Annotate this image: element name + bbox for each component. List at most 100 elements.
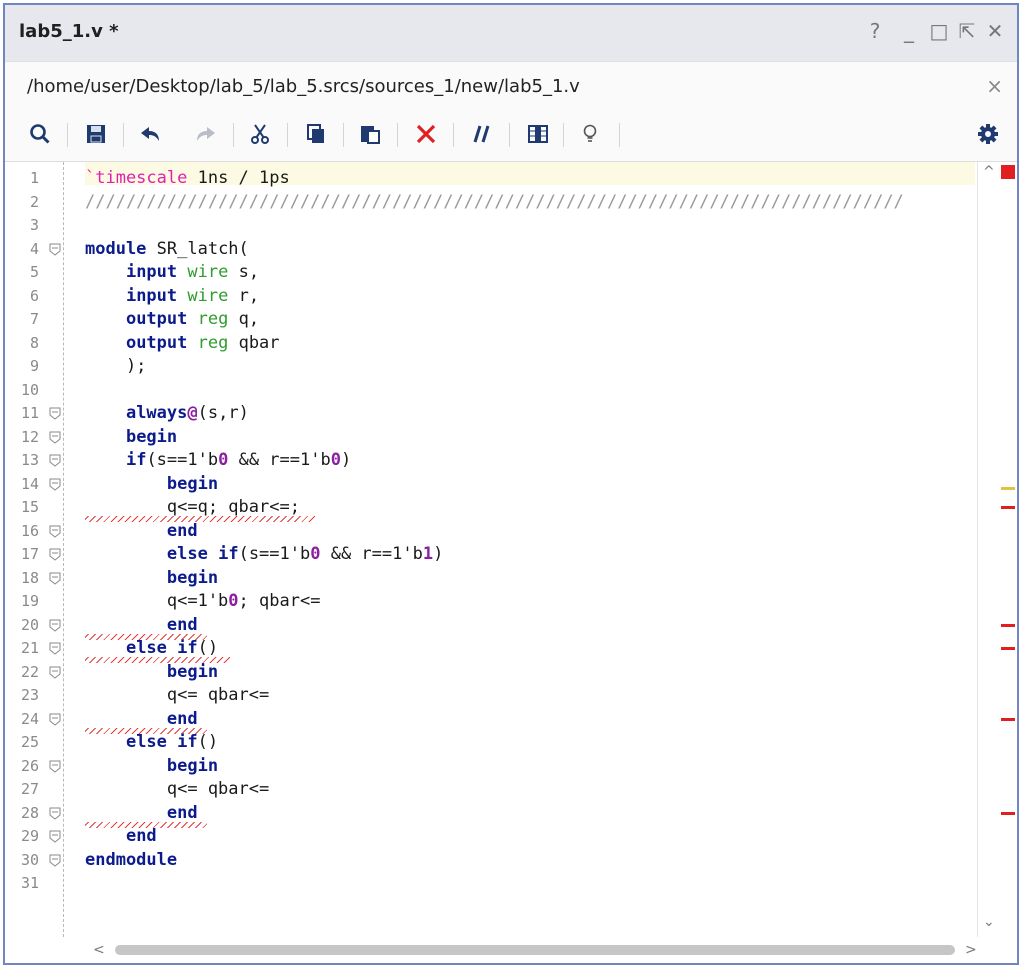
keyword-token: else	[166, 544, 208, 564]
line-number: 20	[20, 615, 39, 634]
close-file-button[interactable]: ×	[986, 74, 1003, 98]
horizontal-scrollbar[interactable]: < >	[5, 937, 999, 963]
line-number: 8	[29, 333, 39, 352]
fold-toggle-icon[interactable]	[49, 431, 61, 444]
horizontal-scroll-thumb[interactable]	[115, 945, 955, 955]
fold-toggle-icon[interactable]	[49, 760, 61, 773]
error-marker[interactable]	[1001, 647, 1015, 650]
fold-toggle-icon[interactable]	[49, 243, 61, 256]
keyword-token: endmodule	[85, 849, 178, 870]
keyword-token: output	[125, 332, 188, 353]
error-marker[interactable]	[1001, 811, 1015, 815]
bulb-icon[interactable]	[575, 119, 605, 149]
code-line: else if(s==1'b0 && r==1'b1)	[85, 543, 443, 567]
code-line: end	[85, 825, 157, 849]
keyword-token: output	[125, 309, 188, 329]
code-line: `timescale 1ns / 1ps	[85, 167, 290, 191]
toolbar-separator	[397, 123, 398, 147]
fold-toggle-icon[interactable]	[49, 454, 61, 467]
column-icon[interactable]	[523, 119, 553, 149]
code-token: r,	[228, 285, 260, 306]
fold-toggle-icon[interactable]	[49, 713, 61, 726]
keyword-token: if	[177, 638, 198, 658]
keyword-token: end	[166, 614, 198, 635]
search-icon[interactable]	[25, 119, 55, 149]
fold-toggle-icon[interactable]	[49, 807, 61, 820]
line-number: 29	[20, 827, 39, 845]
line-number: 3	[29, 216, 39, 234]
paste-icon[interactable]	[355, 119, 385, 149]
gear-icon[interactable]	[973, 119, 1003, 149]
fold-toggle-icon[interactable]	[49, 548, 61, 561]
keyword-token: if	[177, 732, 198, 752]
scroll-right-button[interactable]: >	[965, 942, 977, 958]
error-summary-marker[interactable]	[1001, 165, 1015, 179]
vertical-scrollbar[interactable]: ^ ⌄	[977, 162, 1000, 937]
code-token: q,	[228, 309, 260, 329]
maximize-button[interactable]: □	[927, 19, 951, 43]
code-line: output reg q,	[85, 308, 259, 332]
code-token: (s,r)	[197, 403, 249, 423]
scroll-left-button[interactable]: <	[93, 942, 105, 958]
line-number: 10	[20, 380, 39, 399]
keyword-token: begin	[125, 426, 178, 447]
file-path: /home/user/Desktop/lab_5/lab_5.srcs/sour…	[27, 76, 580, 97]
toolbar-separator	[343, 123, 344, 147]
code-token: (s==1'b	[238, 544, 311, 564]
editor-toolbar	[5, 109, 1017, 162]
line-number: 18	[20, 568, 39, 587]
line-number: 15	[20, 498, 39, 516]
code-editor[interactable]: 1 2 3 4 5 6 7 8 9 10 11 12 13 14 15 16 17 18 19 20 21 22 23 24 2…	[5, 162, 977, 937]
keyword-token: input	[125, 285, 178, 306]
redo-icon[interactable]	[191, 119, 221, 149]
toolbar-separator	[123, 123, 124, 147]
code-token: ()	[197, 732, 219, 752]
fold-toggle-icon[interactable]	[49, 854, 61, 867]
keyword-token: begin	[166, 567, 219, 588]
undo-icon[interactable]	[135, 119, 165, 149]
line-number: 24	[20, 709, 39, 728]
fold-toggle-icon[interactable]	[49, 478, 61, 491]
float-button[interactable]: ⇱	[955, 19, 979, 43]
scroll-down-button[interactable]: ⌄	[983, 914, 995, 930]
keyword-token: end	[166, 802, 198, 823]
minimize-button[interactable]: _	[897, 19, 921, 43]
fold-toggle-icon[interactable]	[49, 572, 61, 585]
code-token: )	[433, 544, 444, 564]
scroll-up-button[interactable]: ^	[983, 164, 995, 180]
cut-icon[interactable]	[245, 119, 275, 149]
code-line: begin	[85, 661, 218, 685]
error-marker[interactable]	[1001, 623, 1015, 627]
error-marker[interactable]	[1001, 506, 1015, 509]
fold-toggle-icon[interactable]	[49, 642, 61, 655]
delete-icon[interactable]	[411, 119, 441, 149]
warning-marker[interactable]	[1001, 486, 1015, 490]
code-line: q<= qbar<=	[85, 684, 269, 708]
fold-toggle-icon[interactable]	[49, 525, 61, 538]
code-token: `timescale	[85, 168, 188, 188]
code-line: );	[85, 355, 146, 379]
fold-toggle-icon[interactable]	[49, 407, 61, 420]
error-marker[interactable]	[1001, 717, 1015, 721]
fold-toggle-icon[interactable]	[49, 666, 61, 679]
line-number: 26	[20, 756, 39, 775]
line-number: 17	[20, 545, 39, 563]
comment-icon[interactable]	[467, 119, 497, 149]
fold-toggle-icon[interactable]	[49, 619, 61, 632]
save-icon[interactable]	[81, 119, 111, 149]
fold-toggle-icon[interactable]	[49, 830, 61, 843]
help-button[interactable]: ?	[863, 19, 887, 43]
copy-icon[interactable]	[301, 119, 331, 149]
close-window-button[interactable]: ✕	[983, 19, 1007, 43]
